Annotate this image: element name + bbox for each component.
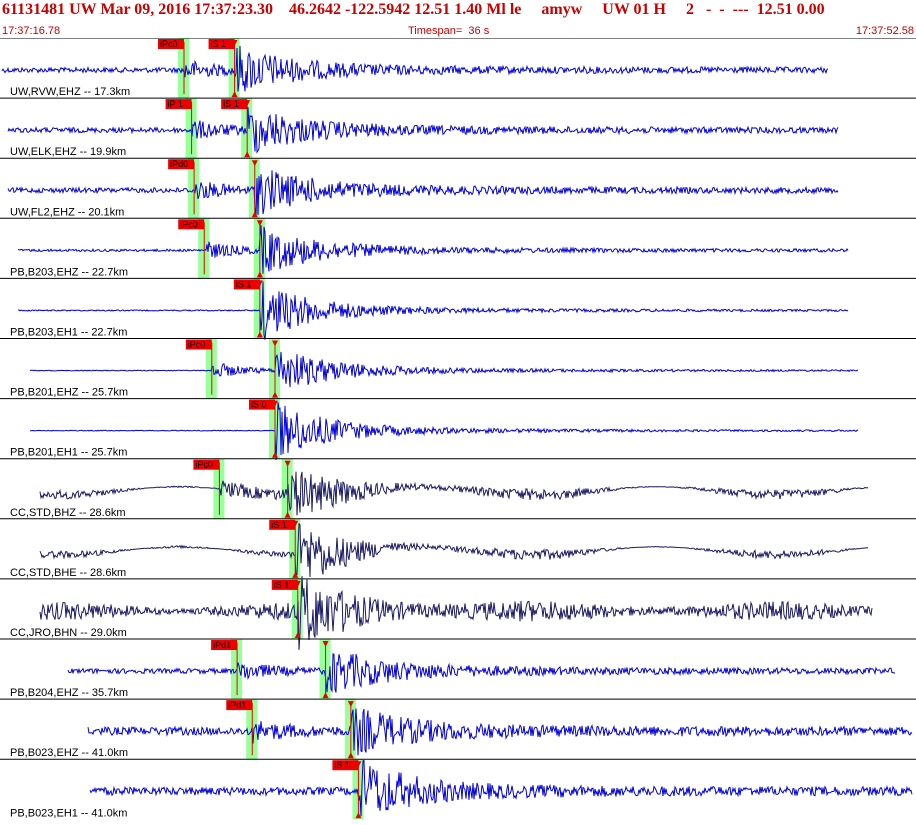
window-start-time: 17:37:16.78 bbox=[2, 25, 61, 37]
channel-label: CC,STD,BHZ -- 28.6km bbox=[10, 507, 126, 519]
pick-flag-label: iPc0 bbox=[188, 340, 206, 350]
pick-flag-label: iS 0 bbox=[251, 400, 267, 410]
timespan-label: Timespan= 36 s bbox=[408, 25, 490, 37]
waveform-trace bbox=[39, 522, 869, 578]
pick-flag-label: iPd1 bbox=[228, 700, 246, 710]
pick-flag: iPd1 bbox=[226, 700, 253, 711]
pick-flag: iS 1 bbox=[332, 760, 359, 771]
pick-flag: iPc0 bbox=[158, 39, 184, 49]
pick-flag: iS 1 bbox=[221, 99, 248, 110]
pick-flag-label: iS 1 bbox=[236, 279, 252, 289]
waveform-trace bbox=[17, 225, 849, 274]
waveform-trace bbox=[89, 759, 913, 817]
pick-flag: iS 1 bbox=[271, 579, 298, 590]
pick-flag-label: iPc0 bbox=[195, 460, 213, 470]
channel-label: PB,B023,EH1 -- 41.0km bbox=[10, 807, 127, 819]
waveform-trace bbox=[1, 45, 829, 92]
pick-flag: iS 1 bbox=[269, 519, 296, 530]
channel-label: PB,B201,EHZ -- 25.7km bbox=[10, 387, 128, 399]
pick-flag: iPc0 bbox=[193, 459, 220, 470]
pick-flag: iPd0 bbox=[168, 159, 195, 170]
event-header: 61131481 UW Mar 09, 2016 17:37:23.30 46.… bbox=[0, 0, 916, 38]
waveform-trace bbox=[7, 107, 839, 154]
pick-flag: iS 0 bbox=[249, 399, 275, 410]
window-end-time: 17:37:52.58 bbox=[855, 25, 914, 37]
pick-flag: iP 1 bbox=[165, 99, 192, 110]
pick-flag-label: iPd1 bbox=[213, 640, 231, 650]
channel-label: PB,B203,EHZ -- 22.7km bbox=[10, 266, 128, 278]
pick-flag-label: iS 1 bbox=[223, 99, 239, 109]
pick-flag-label: iS 1 bbox=[271, 520, 287, 530]
waveform-trace bbox=[39, 471, 869, 516]
pick-flag: iPc0 bbox=[178, 219, 205, 230]
pick-flag-label: iP 1 bbox=[168, 99, 183, 109]
waveform-trace bbox=[87, 708, 913, 756]
channel-label: PB,B204,EHZ -- 35.7km bbox=[10, 687, 128, 699]
channel-label: UW,FL2,EHZ -- 20.1km bbox=[10, 206, 124, 218]
pick-flag-label: iPc0 bbox=[180, 219, 198, 229]
pick-flag-label: iS 1 bbox=[211, 39, 227, 49]
pick-flag-label: iS 1 bbox=[274, 580, 290, 590]
pick-flag-label: iPd0 bbox=[170, 159, 188, 169]
seismogram-panel-stack[interactable]: iPc0 iS 1 UW,RVW,EHZ -- 17.3km iP 1 iS 1 UW,E… bbox=[0, 37, 916, 820]
channel-label: PB,B201,EH1 -- 25.7km bbox=[10, 447, 127, 459]
pick-flag: iS 1 bbox=[233, 279, 260, 290]
channel-label: UW,ELK,EHZ -- 19.9km bbox=[10, 146, 126, 158]
waveform-trace bbox=[7, 170, 839, 217]
waveform-trace bbox=[29, 402, 859, 461]
pick-flag: iPc0 bbox=[185, 339, 212, 350]
pick-flag-label: iS 1 bbox=[334, 760, 350, 770]
pick-flag: iS 1 bbox=[208, 39, 235, 49]
waveform-trace bbox=[29, 351, 859, 388]
waveform-trace bbox=[17, 281, 849, 340]
channel-label: CC,STD,BHE -- 28.6km bbox=[10, 567, 126, 579]
channel-label: PB,B023,EHZ -- 41.0km bbox=[10, 747, 128, 759]
event-summary-line: 61131481 UW Mar 09, 2016 17:37:23.30 46.… bbox=[2, 1, 825, 18]
seismogram-svg[interactable]: iPc0 iS 1 UW,RVW,EHZ -- 17.3km iP 1 iS 1 UW,E… bbox=[0, 37, 916, 820]
channel-label: PB,B203,EH1 -- 22.7km bbox=[10, 327, 127, 339]
channel-label: UW,RVW,EHZ -- 17.3km bbox=[10, 86, 130, 98]
channel-label: CC,JRO,BHN -- 29.0km bbox=[10, 627, 127, 639]
waveform-trace bbox=[67, 653, 896, 693]
pick-flag-label: iPc0 bbox=[160, 39, 178, 49]
pick-flag: iPd1 bbox=[211, 640, 238, 650]
